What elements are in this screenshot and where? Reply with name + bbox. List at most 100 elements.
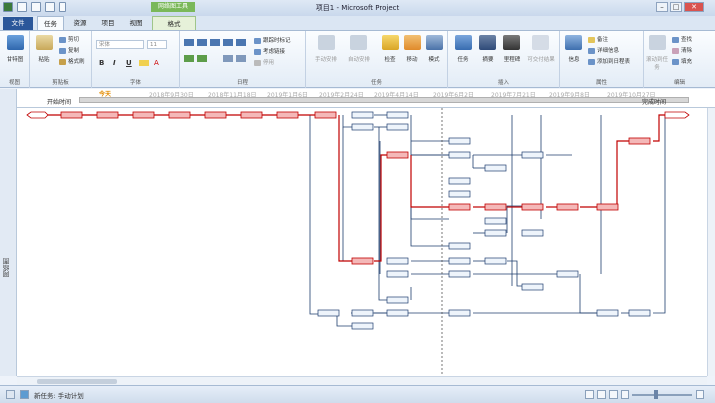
tab-task[interactable]: 任务 xyxy=(37,16,64,30)
fill-button[interactable]: 填充 xyxy=(672,57,692,65)
task-node[interactable] xyxy=(484,229,507,237)
task-node[interactable] xyxy=(351,309,374,317)
task-node[interactable] xyxy=(596,309,619,317)
task-node[interactable] xyxy=(317,309,340,317)
italic-button[interactable]: I xyxy=(113,59,116,67)
mode-button[interactable]: 模式 xyxy=(422,55,446,63)
task-node[interactable] xyxy=(386,151,409,159)
task-node[interactable] xyxy=(168,111,191,119)
team-planner-view-shortcut-icon[interactable] xyxy=(609,390,618,399)
gantt-chart-icon[interactable] xyxy=(7,35,24,50)
respect-links-button[interactable]: 考虑链接 xyxy=(254,47,285,55)
minimize-button[interactable]: – xyxy=(656,2,668,12)
mode-icon[interactable] xyxy=(426,35,443,50)
outdent-icon[interactable] xyxy=(197,55,207,62)
task-node[interactable] xyxy=(556,203,579,211)
progress-100-icon[interactable] xyxy=(236,39,246,46)
task-node[interactable] xyxy=(386,257,409,265)
tab-format[interactable]: 格式 xyxy=(152,16,196,30)
inspect-button[interactable]: 检查 xyxy=(378,55,402,63)
underline-button[interactable]: U xyxy=(126,59,132,67)
start-milestone-node[interactable] xyxy=(26,111,49,119)
task-node[interactable] xyxy=(204,111,227,119)
tab-view[interactable]: 视图 xyxy=(124,16,148,30)
add-to-timeline-button[interactable]: 添加到日程表 xyxy=(588,57,630,65)
follow-mark-button[interactable]: 跟踪时标记 xyxy=(254,36,291,44)
task-node[interactable] xyxy=(386,270,409,278)
task-node[interactable] xyxy=(521,283,544,291)
inactivate-button[interactable]: 停用 xyxy=(254,58,274,66)
highlight-color-icon[interactable] xyxy=(139,60,149,66)
task-icon[interactable] xyxy=(455,35,472,50)
task-node[interactable] xyxy=(132,111,155,119)
auto-schedule-button[interactable]: 自动安排 xyxy=(342,55,376,63)
task-usage-view-shortcut-icon[interactable] xyxy=(597,390,606,399)
pin-icon[interactable] xyxy=(318,35,335,50)
insert-deliverable-button[interactable]: 可交付结果 xyxy=(524,55,558,63)
tab-resource[interactable]: 资源 xyxy=(68,16,92,30)
bold-button[interactable]: B xyxy=(99,59,104,67)
auto-schedule-icon[interactable] xyxy=(350,35,367,50)
scroll-to-task-icon[interactable] xyxy=(649,35,666,50)
task-node[interactable] xyxy=(521,203,544,211)
task-node[interactable] xyxy=(448,242,471,250)
move-button[interactable]: 移动 xyxy=(400,55,424,63)
task-node[interactable] xyxy=(386,123,409,131)
move-icon[interactable] xyxy=(404,35,421,50)
finish-milestone-node[interactable] xyxy=(664,111,690,119)
task-node[interactable] xyxy=(628,137,651,145)
task-node[interactable] xyxy=(484,217,507,225)
tab-file[interactable]: 文件 xyxy=(3,17,33,30)
zoom-out-icon[interactable] xyxy=(621,390,629,399)
task-node[interactable] xyxy=(276,111,299,119)
task-node[interactable] xyxy=(484,257,507,265)
task-node[interactable] xyxy=(314,111,337,119)
task-node[interactable] xyxy=(521,229,544,237)
clear-button[interactable]: 清除 xyxy=(672,46,692,54)
close-button[interactable]: ✕ xyxy=(684,2,704,12)
find-button[interactable]: 查找 xyxy=(672,35,692,43)
font-name-select[interactable]: 宋体 xyxy=(96,40,144,49)
task-node[interactable] xyxy=(521,151,544,159)
zoom-in-icon[interactable] xyxy=(696,390,704,399)
progress-0-icon[interactable] xyxy=(184,39,194,46)
task-node[interactable] xyxy=(351,123,374,131)
pin-status-icon[interactable] xyxy=(20,390,29,399)
manual-schedule-button[interactable]: 手动安排 xyxy=(309,55,343,63)
gantt-chart-button[interactable]: 甘特图 xyxy=(1,55,29,63)
milestone-icon[interactable] xyxy=(503,35,520,50)
scroll-to-task-button[interactable]: 滚动到任务 xyxy=(645,55,669,71)
timeline-side-tab[interactable] xyxy=(0,89,17,108)
task-node[interactable] xyxy=(448,309,471,317)
link-icon[interactable] xyxy=(223,55,233,62)
progress-50-icon[interactable] xyxy=(210,39,220,46)
task-node[interactable] xyxy=(484,203,507,211)
task-node[interactable] xyxy=(448,257,471,265)
task-node[interactable] xyxy=(96,111,119,119)
task-node[interactable] xyxy=(628,309,651,317)
cut-button[interactable]: 剪切 xyxy=(59,35,79,43)
task-node[interactable] xyxy=(386,111,409,119)
horizontal-scrollbar[interactable] xyxy=(17,376,707,385)
task-node[interactable] xyxy=(448,270,471,278)
vertical-scrollbar[interactable] xyxy=(707,108,715,376)
task-node[interactable] xyxy=(448,151,471,159)
task-node[interactable] xyxy=(240,111,263,119)
indent-icon[interactable] xyxy=(184,55,194,62)
horizontal-scroll-thumb[interactable] xyxy=(37,379,117,384)
progress-25-icon[interactable] xyxy=(197,39,207,46)
information-icon[interactable] xyxy=(565,35,582,50)
task-node[interactable] xyxy=(448,190,471,198)
insert-task-button[interactable]: 任务 xyxy=(450,55,476,63)
zoom-slider-thumb[interactable] xyxy=(654,390,658,399)
information-button[interactable]: 信息 xyxy=(563,55,585,63)
task-node[interactable] xyxy=(60,111,83,119)
restore-button[interactable]: □ xyxy=(670,2,682,12)
gantt-view-shortcut-icon[interactable] xyxy=(585,390,594,399)
unlink-icon[interactable] xyxy=(236,55,246,62)
zoom-slider-track[interactable] xyxy=(632,394,692,396)
network-diagram[interactable] xyxy=(17,108,707,376)
copy-button[interactable]: 复制 xyxy=(59,46,79,54)
summary-icon[interactable] xyxy=(479,35,496,50)
font-color-icon[interactable]: A xyxy=(154,59,159,67)
